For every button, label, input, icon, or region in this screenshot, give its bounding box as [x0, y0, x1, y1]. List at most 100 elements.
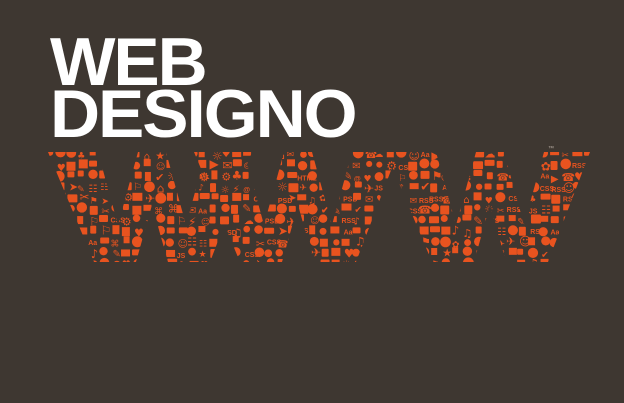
icon-tile	[220, 194, 229, 202]
icon-glyph: ✈	[376, 261, 384, 271]
icon-dot	[264, 249, 273, 258]
icon-label: Aa	[550, 230, 559, 237]
icon-glyph: ♪	[563, 240, 569, 251]
icon-glyph: ✉	[365, 194, 373, 205]
icon-glyph: ✉	[476, 248, 484, 259]
icon-dot	[418, 215, 426, 224]
icon-dot	[430, 159, 440, 169]
icon-tile	[198, 226, 206, 233]
icon-dot	[330, 158, 341, 169]
icon-dot	[333, 239, 340, 246]
icon-tile	[66, 227, 75, 234]
icon-dot	[113, 260, 121, 262]
icon-dot	[76, 247, 87, 258]
icon-glyph: ☼	[484, 203, 494, 216]
banner: WEB DESIGNO ♣ JS Aa ⌂ ★ ☺ ☼ ♥ ⌂ ✉ ☎ ☁ ☺ Aa ▶ ▶ ☼ ☁ ✿ ✂ ☷ ★ ♥ ⚡ ⚐…	[0, 0, 624, 403]
icon-tile	[176, 205, 187, 214]
icon-dot	[243, 260, 250, 262]
icon-tile	[331, 247, 341, 256]
icon-glyph: ✔	[264, 183, 272, 193]
icon-tile	[132, 249, 143, 256]
icon-dot	[145, 225, 155, 235]
icon-dot	[296, 238, 306, 248]
icon-tile	[574, 227, 581, 236]
icon-dot	[144, 259, 151, 262]
icon-glyph: ✔	[354, 205, 362, 215]
icon-dot	[374, 172, 384, 182]
icon-glyph: ✉	[410, 196, 418, 206]
icon-glyph: ♣	[46, 172, 56, 185]
icon-tile	[354, 181, 362, 188]
icon-glyph: ☎	[418, 204, 432, 217]
icon-tile	[264, 227, 275, 234]
icon-dot	[538, 227, 548, 237]
icon-glyph: ♥	[255, 170, 266, 184]
icon-dot	[408, 170, 418, 180]
icon-label: RSS	[473, 262, 488, 269]
icon-label: JS	[462, 175, 471, 182]
icon-tile	[409, 183, 419, 190]
icon-tile	[266, 204, 276, 212]
icon-glyph: ♥	[586, 163, 594, 173]
icon-glyph: ♥	[122, 259, 131, 270]
icon-tile	[508, 215, 516, 222]
icon-tile	[540, 258, 549, 262]
icon-dot	[460, 180, 472, 191]
icon-glyph: ⚙	[320, 158, 331, 172]
icon-tile	[167, 258, 178, 262]
icon-dot	[66, 250, 74, 258]
icon-tile	[496, 215, 505, 222]
icon-tile	[429, 216, 440, 224]
icon-glyph: ★	[198, 250, 206, 260]
icon-tile	[297, 194, 307, 201]
icon-glyph: ✂	[497, 207, 505, 217]
icon-tile	[68, 238, 78, 245]
icon-glyph: ♪	[398, 183, 404, 193]
icon-tile	[121, 249, 131, 257]
icon-tile	[452, 247, 459, 254]
icon-tile	[287, 260, 294, 262]
icon-glyph: ♪	[528, 160, 534, 171]
icon-tile	[418, 258, 425, 262]
icon-glyph: ▶	[210, 157, 220, 171]
icon-dot	[462, 257, 474, 262]
icon-dot	[254, 213, 264, 223]
icon-label: @	[44, 220, 51, 227]
icon-tile	[354, 260, 363, 262]
icon-tile	[264, 160, 273, 169]
icon-tile	[78, 227, 88, 235]
icon-tile	[166, 192, 173, 201]
icon-dot	[517, 170, 526, 179]
icon-label: @	[122, 175, 129, 182]
icon-tile	[99, 214, 109, 222]
icon-tile	[210, 183, 217, 193]
icon-dot	[384, 258, 395, 262]
icon-tile	[121, 182, 132, 191]
icon-dot	[464, 239, 472, 247]
icon-tile	[198, 159, 207, 168]
icon-tile	[473, 192, 482, 201]
icon-glyph: ⚙	[199, 170, 210, 184]
icon-glyph: ✎	[332, 204, 341, 217]
icon-tile	[77, 170, 84, 177]
icon-dot	[582, 169, 590, 180]
icon-glyph: ⚙	[222, 239, 231, 250]
icon-dot	[396, 152, 407, 158]
icon-tile	[497, 152, 504, 157]
icon-glyph: ✉	[352, 161, 360, 172]
icon-tile	[299, 204, 309, 214]
icon-tile	[331, 259, 340, 262]
icon-tile	[396, 193, 403, 200]
icon-glyph: ✈	[222, 259, 231, 272]
icon-tile	[330, 226, 340, 234]
icon-glyph: ✎	[507, 262, 515, 273]
icon-tile	[540, 215, 549, 222]
icon-glyph: ➤	[584, 241, 592, 251]
icon-dot	[48, 237, 56, 247]
icon-label: @	[518, 165, 525, 172]
icon-glyph: ✔	[375, 206, 383, 217]
icon-label: JS	[99, 152, 108, 159]
icon-tile	[143, 159, 151, 167]
icon-dot	[90, 260, 98, 262]
icon-glyph: ⌂	[189, 180, 197, 194]
